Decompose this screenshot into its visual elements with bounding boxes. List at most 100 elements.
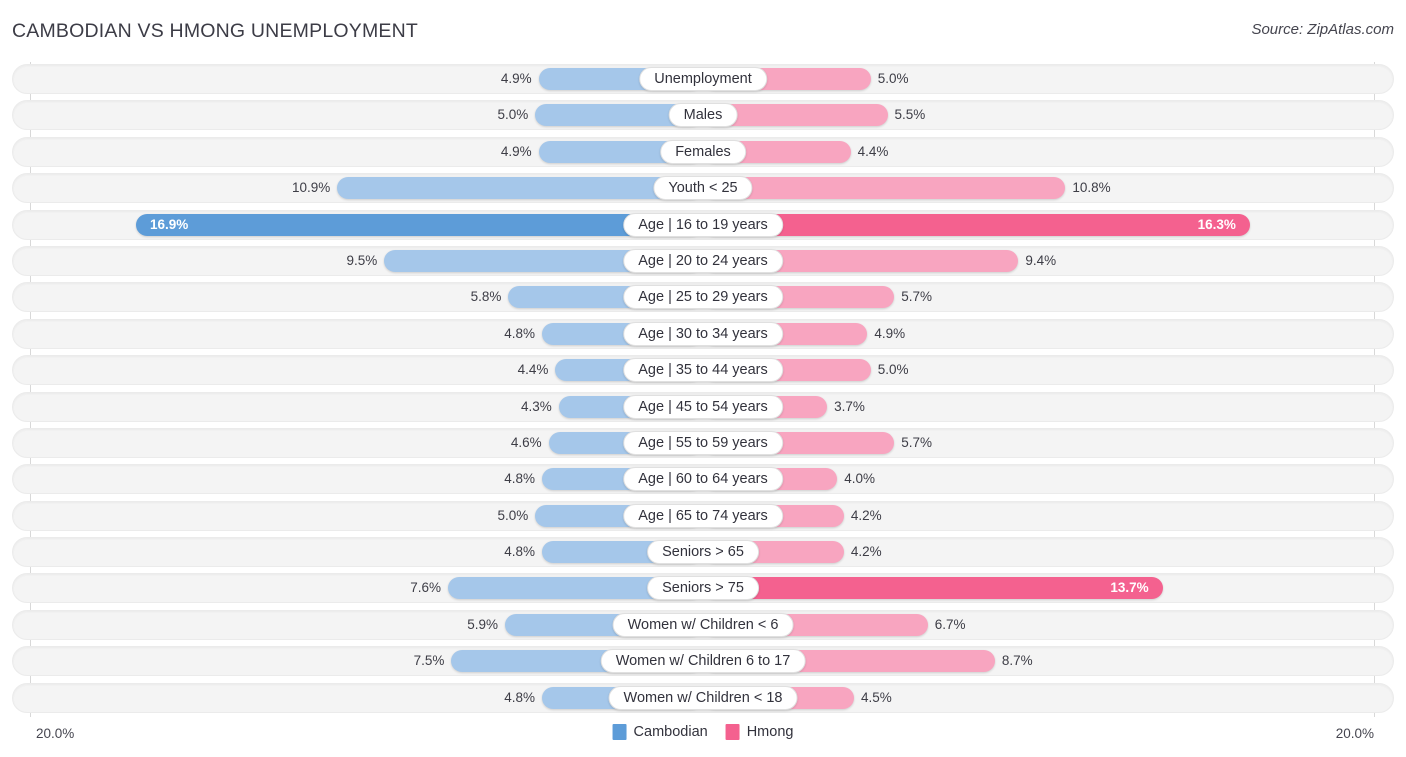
row-bars: 7.6% 13.7% Seniors > 75 [12, 573, 1394, 603]
page-title: CAMBODIAN VS HMONG UNEMPLOYMENT [12, 20, 418, 42]
row-label-pill[interactable]: Age | 60 to 64 years [623, 467, 783, 492]
row-bars: 9.5% 9.4% Age | 20 to 24 years [12, 246, 1394, 276]
row-label-pill[interactable]: Age | 65 to 74 years [623, 503, 783, 528]
value-label-cambodian: 5.9% [467, 616, 499, 632]
value-label-hmong: 5.5% [894, 107, 926, 123]
row-bars: 7.5% 8.7% Women w/ Children 6 to 17 [12, 646, 1394, 676]
legend-item-cambodian[interactable]: Cambodian [612, 724, 708, 740]
row-label-pill[interactable]: Age | 55 to 59 years [623, 430, 783, 455]
value-label-hmong: 4.4% [857, 143, 889, 159]
bar-rows: 4.9% 5.0% Unemployment 5.0% 5.5% Males 4.9% 4.4… [0, 62, 1406, 717]
bar-hmong[interactable] [703, 177, 1066, 200]
table-row[interactable]: 5.0% 4.2% Age | 65 to 74 years [0, 499, 1406, 535]
row-label-pill[interactable]: Age | 20 to 24 years [623, 248, 783, 273]
table-row[interactable]: 7.6% 13.7% Seniors > 75 [0, 571, 1406, 607]
legend: Cambodian Hmong [612, 724, 794, 740]
row-label-pill[interactable]: Seniors > 65 [647, 540, 759, 565]
row-bars: 4.8% 4.5% Women w/ Children < 18 [12, 683, 1394, 713]
value-label-hmong: 8.7% [1001, 653, 1033, 669]
value-label-cambodian: 7.6% [410, 580, 442, 596]
row-label-pill[interactable]: Males [668, 103, 738, 128]
legend-swatch-hmong [725, 724, 740, 740]
table-row[interactable]: 4.8% 4.2% Seniors > 65 [0, 535, 1406, 571]
value-label-cambodian: 4.8% [504, 689, 535, 705]
row-bars: 4.8% 4.0% Age | 60 to 64 years [12, 464, 1394, 494]
value-label-cambodian: 16.9% [150, 216, 189, 232]
row-label-pill[interactable]: Age | 35 to 44 years [623, 358, 783, 383]
value-label-cambodian: 5.8% [470, 289, 502, 305]
axis-tick-right: 20.0% [1335, 726, 1374, 741]
value-label-cambodian: 10.9% [292, 180, 331, 196]
value-label-hmong: 3.7% [834, 398, 865, 414]
value-label-hmong: 5.7% [901, 434, 933, 450]
row-bars: 4.8% 4.9% Age | 30 to 34 years [12, 319, 1394, 349]
table-row[interactable]: 5.8% 5.7% Age | 25 to 29 years [0, 280, 1406, 316]
table-row[interactable]: 4.4% 5.0% Age | 35 to 44 years [0, 353, 1406, 389]
row-label-pill[interactable]: Women w/ Children 6 to 17 [600, 649, 806, 674]
table-row[interactable]: 4.9% 5.0% Unemployment [0, 62, 1406, 98]
table-row[interactable]: 7.5% 8.7% Women w/ Children 6 to 17 [0, 644, 1406, 680]
value-label-hmong: 9.4% [1025, 252, 1057, 268]
chart-plot-area: 4.9% 5.0% Unemployment 5.0% 5.5% Males 4.9% 4.4… [0, 62, 1406, 717]
table-row[interactable]: 9.5% 9.4% Age | 20 to 24 years [0, 244, 1406, 280]
row-label-pill[interactable]: Youth < 25 [653, 176, 753, 201]
chart-header: CAMBODIAN VS HMONG UNEMPLOYMENT Source: … [0, 0, 1406, 62]
row-bars: 4.6% 5.7% Age | 55 to 59 years [12, 428, 1394, 458]
value-label-cambodian: 7.5% [413, 653, 445, 669]
table-row[interactable]: 4.6% 5.7% Age | 55 to 59 years [0, 426, 1406, 462]
value-label-hmong: 13.7% [1110, 580, 1149, 596]
table-row[interactable]: 4.9% 4.4% Females [0, 135, 1406, 171]
legend-item-hmong[interactable]: Hmong [725, 724, 794, 740]
table-row[interactable]: 10.9% 10.8% Youth < 25 [0, 171, 1406, 207]
value-label-hmong: 4.9% [874, 325, 906, 341]
row-label-pill[interactable]: Unemployment [639, 67, 767, 91]
value-label-hmong: 6.7% [934, 616, 966, 632]
table-row[interactable]: 4.8% 4.5% Women w/ Children < 18 [0, 681, 1406, 717]
value-label-hmong: 4.2% [850, 544, 882, 560]
value-label-cambodian: 4.4% [517, 362, 549, 378]
value-label-hmong: 10.8% [1072, 180, 1111, 196]
value-label-cambodian: 5.0% [497, 507, 529, 523]
row-label-pill[interactable]: Seniors > 75 [647, 576, 759, 601]
row-bars: 4.9% 4.4% Females [12, 137, 1394, 167]
bar-hmong[interactable] [703, 577, 1163, 600]
row-bars: 5.0% 5.5% Males [12, 100, 1394, 130]
row-label-pill[interactable]: Age | 16 to 19 years [623, 212, 783, 237]
table-row[interactable]: 4.8% 4.9% Age | 30 to 34 years [0, 317, 1406, 353]
bar-hmong[interactable] [703, 213, 1250, 236]
row-label-pill[interactable]: Age | 30 to 34 years [623, 321, 783, 346]
value-label-cambodian: 4.8% [504, 544, 535, 560]
value-label-hmong: 5.7% [901, 289, 933, 305]
value-label-hmong: 16.3% [1197, 216, 1236, 232]
axis-tick-left: 20.0% [36, 726, 75, 741]
table-row[interactable]: 16.9% 16.3% Age | 16 to 19 years [0, 208, 1406, 244]
table-row[interactable]: 4.8% 4.0% Age | 60 to 64 years [0, 462, 1406, 498]
value-label-cambodian: 4.9% [500, 71, 532, 86]
legend-label-hmong: Hmong [746, 724, 794, 740]
value-label-hmong: 4.0% [844, 471, 875, 487]
value-label-hmong: 5.0% [877, 362, 909, 378]
table-row[interactable]: 5.0% 5.5% Males [0, 98, 1406, 134]
value-label-cambodian: 4.8% [504, 471, 535, 487]
row-label-pill[interactable]: Age | 45 to 54 years [623, 394, 783, 419]
value-label-cambodian: 4.8% [504, 325, 535, 341]
chart-page: CAMBODIAN VS HMONG UNEMPLOYMENT Source: … [0, 0, 1406, 757]
value-label-cambodian: 5.0% [497, 107, 529, 123]
row-bars: 5.0% 4.2% Age | 65 to 74 years [12, 501, 1394, 531]
row-label-pill[interactable]: Females [660, 139, 746, 164]
table-row[interactable]: 5.9% 6.7% Women w/ Children < 6 [0, 608, 1406, 644]
bar-cambodian[interactable] [136, 213, 703, 236]
table-row[interactable]: 4.3% 3.7% Age | 45 to 54 years [0, 390, 1406, 426]
row-bars: 4.3% 3.7% Age | 45 to 54 years [12, 392, 1394, 422]
value-label-cambodian: 4.9% [500, 143, 532, 159]
row-label-pill[interactable]: Women w/ Children < 6 [612, 612, 794, 637]
row-label-pill[interactable]: Women w/ Children < 18 [608, 685, 798, 710]
row-bars: 4.4% 5.0% Age | 35 to 44 years [12, 355, 1394, 385]
chart-footer: 20.0% Cambodian Hmong 20.0% [0, 717, 1406, 757]
row-bars: 10.9% 10.8% Youth < 25 [12, 173, 1394, 203]
row-label-pill[interactable]: Age | 25 to 29 years [623, 285, 783, 310]
value-label-cambodian: 4.6% [510, 434, 542, 450]
bar-cambodian[interactable] [337, 177, 703, 200]
row-bars: 16.9% 16.3% Age | 16 to 19 years [12, 210, 1394, 240]
value-label-hmong: 5.0% [877, 71, 909, 86]
